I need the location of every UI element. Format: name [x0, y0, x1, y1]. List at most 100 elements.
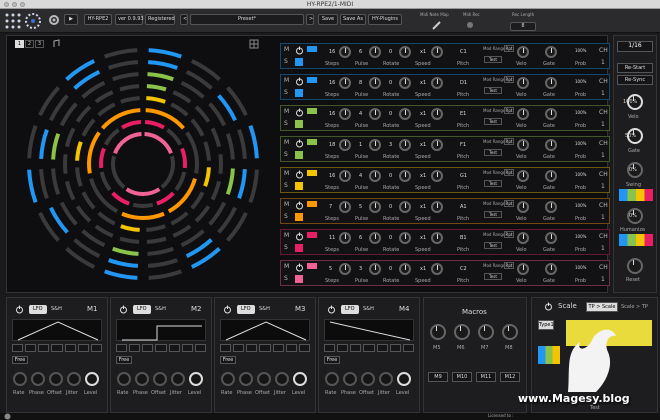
- repeat-button[interactable]: Rpt: [504, 169, 514, 176]
- power-icon[interactable]: [295, 77, 304, 86]
- pulse-knob[interactable]: [369, 139, 381, 151]
- gear-icon[interactable]: [47, 13, 61, 27]
- test-button[interactable]: Test: [484, 242, 502, 249]
- rotate-knob[interactable]: [399, 46, 411, 58]
- jitter-knob[interactable]: [171, 372, 185, 386]
- restart-button[interactable]: Re-Start: [617, 63, 653, 73]
- dice-icon[interactable]: [295, 89, 303, 97]
- offset-knob[interactable]: [49, 372, 63, 386]
- jitter-knob[interactable]: [67, 372, 81, 386]
- track-color-chip[interactable]: [307, 108, 317, 114]
- level-knob[interactable]: [189, 372, 203, 386]
- channel-number[interactable]: 1: [601, 276, 605, 283]
- power-icon[interactable]: [295, 46, 304, 55]
- speed-knob[interactable]: [431, 108, 443, 120]
- dice-icon[interactable]: [295, 151, 303, 159]
- channel-number[interactable]: 1: [601, 245, 605, 252]
- power-icon[interactable]: [15, 305, 24, 314]
- track-color-chip[interactable]: [307, 201, 317, 207]
- velo-knob[interactable]: [517, 108, 529, 120]
- rotate-knob[interactable]: [399, 108, 411, 120]
- velo-knob[interactable]: [517, 46, 529, 58]
- steps-knob[interactable]: [339, 201, 351, 213]
- level-knob[interactable]: [293, 372, 307, 386]
- pulse-knob[interactable]: [369, 232, 381, 244]
- power-icon[interactable]: [295, 201, 304, 210]
- test-button[interactable]: Test: [484, 273, 502, 280]
- gate-knob[interactable]: [545, 108, 557, 120]
- track-color-chip[interactable]: [307, 77, 317, 83]
- phase-knob[interactable]: [239, 372, 253, 386]
- pulse-knob[interactable]: [369, 108, 381, 120]
- phase-knob[interactable]: [343, 372, 357, 386]
- dice-icon[interactable]: [295, 182, 303, 190]
- velo-knob[interactable]: [517, 77, 529, 89]
- offset-knob[interactable]: [361, 372, 375, 386]
- rotate-knob[interactable]: [399, 139, 411, 151]
- waveform-buttons[interactable]: [116, 344, 206, 352]
- macro-knob-m6[interactable]: [454, 324, 470, 340]
- pulse-knob[interactable]: [369, 170, 381, 182]
- steps-knob[interactable]: [339, 46, 351, 58]
- power-icon[interactable]: [295, 170, 304, 179]
- repeat-button[interactable]: Rpt: [504, 138, 514, 145]
- lfo-tab[interactable]: LFO: [133, 305, 151, 314]
- macro-knob-m7[interactable]: [478, 324, 494, 340]
- speed-knob[interactable]: [431, 46, 443, 58]
- save-button[interactable]: Save: [318, 14, 338, 25]
- dice-icon[interactable]: [295, 120, 303, 128]
- speed-knob[interactable]: [431, 77, 443, 89]
- power-icon[interactable]: [544, 302, 553, 311]
- track-color-chip[interactable]: [307, 232, 317, 238]
- humanize-track-selector[interactable]: [619, 234, 653, 246]
- channel-number[interactable]: 1: [601, 214, 605, 221]
- repeat-button[interactable]: Rpt: [504, 262, 514, 269]
- power-icon[interactable]: [327, 305, 336, 314]
- power-icon[interactable]: [295, 108, 304, 117]
- test-button[interactable]: Test: [484, 87, 502, 94]
- dice-icon[interactable]: [295, 213, 303, 221]
- macro-knob-m8[interactable]: [502, 324, 518, 340]
- waveform-buttons[interactable]: [220, 344, 310, 352]
- gate-knob[interactable]: [545, 263, 557, 275]
- power-icon[interactable]: [295, 232, 304, 241]
- repeat-button[interactable]: Rpt: [504, 231, 514, 238]
- speed-knob[interactable]: [431, 139, 443, 151]
- macro-button-m11[interactable]: M11: [476, 372, 496, 382]
- macro-knob-m5[interactable]: [430, 324, 446, 340]
- record-icon[interactable]: [466, 21, 474, 29]
- sh-tab[interactable]: S&H: [47, 305, 66, 314]
- offset-knob[interactable]: [257, 372, 271, 386]
- tp-scale-button[interactable]: TP > Scale: [586, 302, 618, 312]
- channel-number[interactable]: 1: [601, 183, 605, 190]
- macro-button-m10[interactable]: M10: [452, 372, 472, 382]
- repeat-button[interactable]: Rpt: [504, 200, 514, 207]
- rate-knob[interactable]: [325, 372, 339, 386]
- steps-knob[interactable]: [339, 139, 351, 151]
- free-button[interactable]: Free: [220, 356, 236, 364]
- waveform-buttons[interactable]: [324, 344, 414, 352]
- pulse-knob[interactable]: [369, 201, 381, 213]
- free-button[interactable]: Free: [116, 356, 132, 364]
- reset-label[interactable]: Reset: [626, 277, 640, 283]
- division-selector[interactable]: 1/16: [617, 41, 653, 52]
- speed-knob[interactable]: [431, 263, 443, 275]
- resync-button[interactable]: Re-Sync: [617, 75, 653, 85]
- preset-next-button[interactable]: >: [306, 14, 314, 25]
- track-color-chip[interactable]: [307, 46, 317, 52]
- track-color-chip[interactable]: [307, 139, 317, 145]
- power-icon[interactable]: [295, 139, 304, 148]
- scale-test-button[interactable]: Test: [590, 405, 600, 411]
- macro-button-m9[interactable]: M9: [428, 372, 448, 382]
- pulse-knob[interactable]: [369, 77, 381, 89]
- rate-knob[interactable]: [13, 372, 27, 386]
- preset-selector[interactable]: Preset*: [190, 14, 304, 25]
- info-icon[interactable]: [4, 413, 11, 420]
- power-icon[interactable]: [119, 305, 128, 314]
- velo-knob[interactable]: [517, 232, 529, 244]
- phase-knob[interactable]: [135, 372, 149, 386]
- steps-knob[interactable]: [339, 77, 351, 89]
- rotate-knob[interactable]: [399, 201, 411, 213]
- preset-prev-button[interactable]: <: [180, 14, 188, 25]
- steps-knob[interactable]: [339, 108, 351, 120]
